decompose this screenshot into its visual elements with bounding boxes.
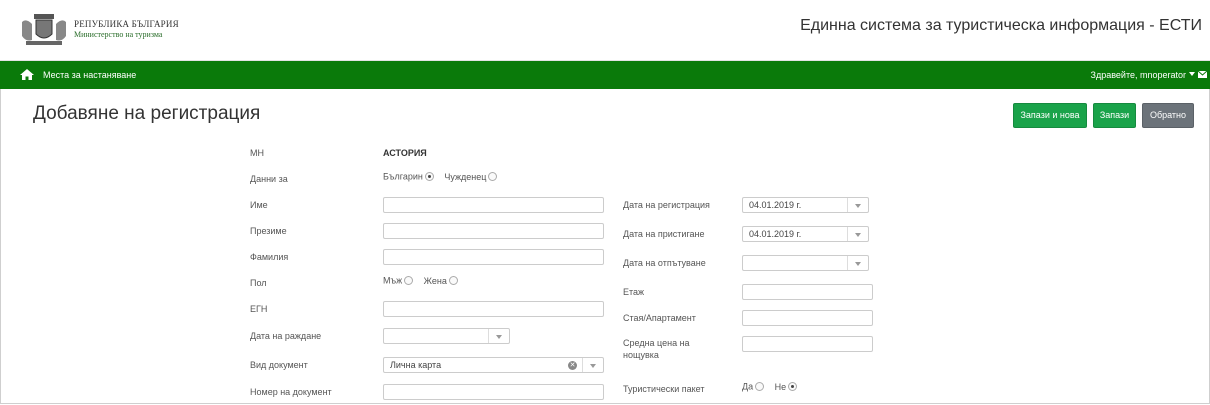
page-title: Добавяне на регистрация — [33, 103, 261, 124]
radio-bulgarian-label: Българин — [383, 171, 423, 182]
radio-female-label: Жена — [423, 275, 447, 286]
floor-input[interactable] — [742, 284, 873, 300]
egn-label: ЕГН — [250, 304, 268, 314]
radio-foreigner[interactable] — [488, 172, 498, 182]
data-for-radio-group: Българин Чужденец — [383, 171, 498, 182]
chevron-down-icon[interactable] — [847, 198, 868, 212]
departure-date-label: Дата на отпътуване — [623, 258, 706, 268]
avg-price-label-line2: нощувка — [623, 350, 659, 360]
mh-label: МН — [250, 148, 264, 158]
arrival-date-picker[interactable]: 04.01.2019 г. — [742, 226, 869, 242]
floor-label: Етаж — [623, 287, 645, 297]
birth-date-label: Дата на раждане — [250, 331, 322, 341]
room-label: Стая/Апартамент — [623, 313, 696, 323]
chevron-down-icon[interactable] — [847, 227, 868, 241]
radio-male-label: Мъж — [383, 275, 403, 286]
first-name-input[interactable] — [383, 197, 604, 213]
user-greeting-menu[interactable]: Здравейте, mnoperator — [1091, 70, 1186, 80]
save-and-new-button[interactable]: Запази и нова — [1013, 103, 1087, 128]
org-line-1: РЕПУБЛИКА БЪЛГАРИЯ — [74, 19, 179, 29]
mh-value: АСТОРИЯ — [383, 148, 427, 158]
middle-name-input[interactable] — [383, 223, 604, 239]
last-name-label: Фамилия — [250, 252, 289, 262]
radio-bulgarian[interactable] — [424, 172, 434, 182]
org-line-2: Министерство на туризма — [74, 30, 163, 39]
avg-price-input[interactable] — [742, 336, 873, 352]
doc-number-input[interactable] — [383, 384, 604, 400]
doc-type-select[interactable]: Лична карта ✕ — [383, 357, 604, 373]
gender-label: Пол — [250, 278, 267, 288]
middle-name-label: Презиме — [250, 226, 287, 236]
doc-type-label: Вид документ — [250, 360, 308, 370]
nav-accommodation-link[interactable]: Места за настаняване — [43, 70, 136, 80]
first-name-label: Име — [250, 200, 268, 210]
data-for-label: Данни за — [250, 174, 288, 184]
clear-icon[interactable]: ✕ — [568, 361, 577, 370]
mail-icon[interactable] — [1198, 71, 1207, 78]
chevron-down-icon[interactable] — [488, 329, 509, 343]
radio-male[interactable] — [404, 276, 414, 286]
last-name-input[interactable] — [383, 249, 604, 265]
radio-yes[interactable] — [755, 382, 765, 392]
chevron-down-icon[interactable] — [582, 358, 603, 372]
arrival-date-label: Дата на пристигане — [623, 229, 705, 239]
back-button[interactable]: Обратно — [1142, 103, 1194, 128]
system-title: Единна система за туристическа информаци… — [800, 17, 1202, 34]
tour-package-radio-group: Да Не — [742, 381, 798, 392]
main-navbar: Места за настаняване Здравейте, mnoperat… — [0, 61, 1210, 89]
avg-price-label-line1: Средна цена на — [623, 338, 690, 348]
radio-no[interactable] — [788, 382, 798, 392]
tour-package-label: Туристически пакет — [623, 384, 705, 394]
radio-female[interactable] — [448, 276, 458, 286]
departure-date-picker[interactable] — [742, 255, 869, 271]
egn-input[interactable] — [383, 301, 604, 317]
coat-of-arms-logo — [22, 14, 66, 45]
save-button[interactable]: Запази — [1093, 103, 1136, 128]
birth-date-picker[interactable] — [383, 328, 510, 344]
doc-type-value: Лична карта — [390, 360, 442, 370]
chevron-down-icon[interactable] — [847, 256, 868, 270]
radio-foreigner-label: Чужденец — [444, 171, 487, 182]
reg-date-label: Дата на регистрация — [623, 200, 710, 210]
reg-date-picker[interactable]: 04.01.2019 г. — [742, 197, 869, 213]
room-input[interactable] — [742, 310, 873, 326]
top-header: РЕПУБЛИКА БЪЛГАРИЯ Министерство на туриз… — [0, 0, 1210, 61]
arrival-date-value: 04.01.2019 г. — [749, 229, 802, 239]
gender-radio-group: Мъж Жена — [383, 275, 458, 286]
doc-number-label: Номер на документ — [250, 387, 332, 397]
home-icon[interactable] — [20, 69, 34, 80]
radio-yes-label: Да — [742, 381, 754, 392]
chevron-down-icon[interactable] — [1189, 72, 1195, 76]
radio-no-label: Не — [774, 381, 787, 392]
reg-date-value: 04.01.2019 г. — [749, 200, 802, 210]
